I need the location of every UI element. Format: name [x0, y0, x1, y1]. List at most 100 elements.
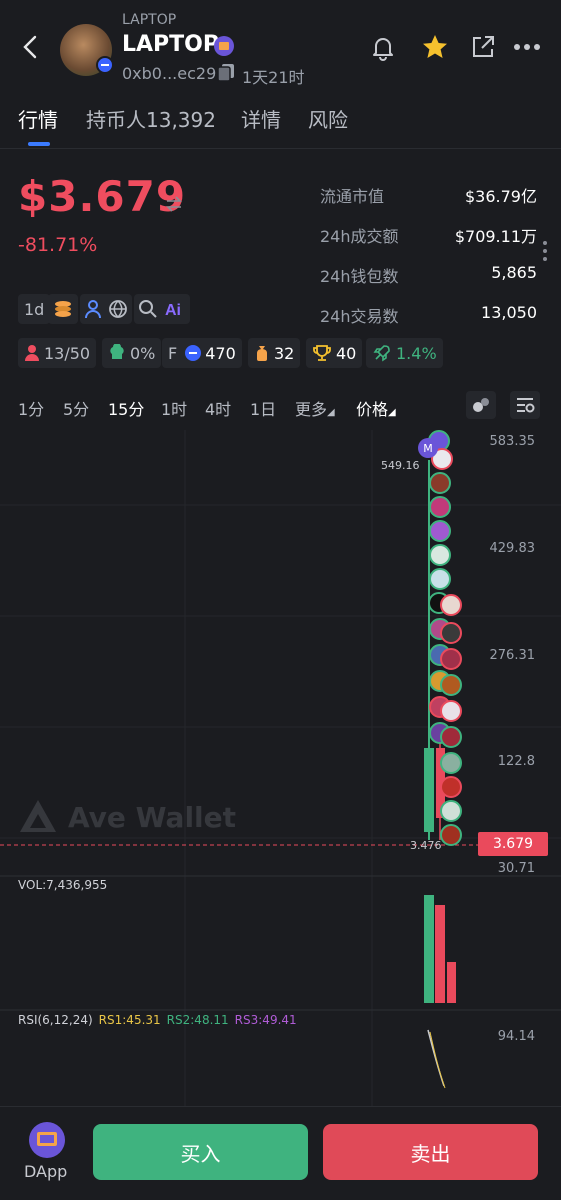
stat-value-market-cap: $36.79亿 [465, 187, 537, 206]
f-chip-text: 470 [205, 343, 236, 363]
svg-text:Ai: Ai [165, 302, 181, 319]
tab-market[interactable]: 行情 [18, 104, 58, 133]
axis-label: 276.31 [489, 648, 536, 663]
rsi-rs2: RS2:48.11 [166, 1013, 229, 1027]
bell-icon[interactable] [366, 30, 400, 64]
axis-label: 30.71 [497, 861, 535, 876]
chart-settings-icon[interactable] [510, 391, 540, 419]
trade-bubble[interactable] [440, 824, 462, 846]
tf-15m[interactable]: 15分 [108, 396, 144, 420]
rsi-rs1: RS1:45.31 [98, 1013, 161, 1027]
swap-arrows-icon[interactable] [165, 196, 183, 216]
tf-1m[interactable]: 1分 [18, 396, 44, 420]
tf-1d[interactable]: 1日 [250, 396, 276, 420]
star-icon[interactable] [418, 30, 452, 64]
tf-5m[interactable]: 5分 [63, 396, 89, 420]
tf-more[interactable]: 更多◢ [295, 396, 335, 420]
trade-bubble[interactable] [429, 520, 451, 542]
token-symbol-small: LAPTOP [122, 12, 177, 28]
side-more-icon[interactable] [543, 240, 547, 266]
f-icon [185, 345, 202, 361]
dev-chip[interactable]: 0% [102, 338, 162, 368]
rocket-icon [373, 345, 390, 362]
bag-chip[interactable]: 32 [248, 338, 301, 368]
verified-badge-icon [214, 36, 234, 56]
axis-label: 122.8 [497, 754, 535, 769]
trade-bubbles [428, 430, 464, 846]
holders-chip[interactable]: 13/50 [18, 338, 97, 368]
share-icon[interactable] [466, 30, 500, 64]
trophy-chip-text: 40 [336, 343, 357, 363]
trade-bubble[interactable] [440, 648, 462, 670]
low-label: 3.476 [410, 839, 442, 852]
divider [0, 148, 561, 149]
back-icon[interactable] [14, 30, 48, 64]
indicators-icon[interactable] [466, 391, 496, 419]
holders-chip-text: 13/50 [44, 343, 91, 363]
token-name: LAPTOP [122, 32, 220, 57]
stat-label-market-cap: 流通市值 [320, 187, 385, 206]
dapp-icon[interactable] [29, 1122, 65, 1158]
user-icon[interactable] [84, 299, 102, 319]
trade-bubble[interactable] [429, 472, 451, 494]
f-label: F [168, 343, 178, 363]
high-label: 549.16 [381, 459, 420, 472]
trade-bubble[interactable] [440, 700, 462, 722]
chart-grid [0, 430, 561, 1106]
tab-risk[interactable]: 风险 [308, 104, 348, 133]
trade-bubble[interactable] [429, 496, 451, 518]
tf-price[interactable]: 价格◢ [356, 396, 396, 420]
tf-1h[interactable]: 1时 [161, 396, 187, 420]
rsi-rs3: RS3:49.41 [234, 1013, 297, 1027]
tab-holders[interactable]: 持币人13,392 [86, 104, 216, 133]
tf-4h[interactable]: 4时 [205, 396, 231, 420]
search-icon[interactable] [138, 299, 158, 319]
stat-value-wallets: 5,865 [491, 263, 537, 282]
marker-m-text: M [423, 441, 433, 455]
trophy-chip[interactable]: 40 [306, 338, 363, 368]
rocket-chip[interactable]: 1.4% [366, 338, 443, 368]
social-chip [80, 294, 132, 324]
coins-chip [48, 294, 78, 324]
trade-bubble[interactable] [429, 544, 451, 566]
f-chip[interactable]: F 470 [162, 338, 242, 368]
price-change: -81.71% [18, 234, 98, 256]
trade-bubble[interactable] [440, 726, 462, 748]
more-icon[interactable] [510, 30, 544, 64]
search-ai-chip: Ai [134, 294, 190, 324]
buy-button[interactable]: 买入 [93, 1124, 308, 1180]
token-avatar [60, 24, 114, 76]
ai-icon[interactable]: Ai [164, 299, 186, 319]
tab-details[interactable]: 详情 [241, 104, 281, 133]
tab-underline [28, 142, 50, 146]
axis-label: 583.35 [489, 434, 536, 449]
volume-label: VOL:7,436,955 [18, 878, 108, 892]
tf-price-label: 价格 [356, 400, 389, 419]
tf-more-label: 更多 [295, 400, 328, 419]
marker-m[interactable]: M [418, 438, 438, 458]
sell-button[interactable]: 卖出 [323, 1124, 538, 1180]
trophy-icon [313, 345, 331, 361]
holder-icon [25, 345, 39, 361]
current-price: $3.679 [18, 172, 187, 221]
dapp-label[interactable]: DApp [24, 1162, 67, 1181]
stat-value-volume: $709.11万 [454, 227, 537, 246]
stat-label-volume: 24h成交额 [320, 227, 399, 246]
trade-bubble[interactable] [440, 622, 462, 644]
trade-bubble[interactable] [440, 594, 462, 616]
rsi-axis-label: 94.14 [497, 1029, 535, 1044]
trade-bubble[interactable] [440, 800, 462, 822]
trade-bubble[interactable] [440, 674, 462, 696]
trade-bubble[interactable] [440, 776, 462, 798]
watermark-text: Ave Wallet [68, 800, 237, 834]
rsi-legend: RSI(6,12,24) RS1:45.31 RS2:48.11 RS3:49.… [18, 1013, 297, 1027]
globe-icon[interactable] [108, 299, 128, 319]
trade-bubble[interactable] [440, 752, 462, 774]
age-chip-text: 1d [24, 299, 45, 319]
rocket-chip-text: 1.4% [396, 343, 437, 363]
copy-icon[interactable] [216, 62, 236, 82]
stat-label-trades: 24h交易数 [320, 307, 399, 326]
trade-bubble[interactable] [429, 568, 451, 590]
age-chip: 1d [18, 294, 51, 324]
money-bag-icon [257, 346, 267, 361]
